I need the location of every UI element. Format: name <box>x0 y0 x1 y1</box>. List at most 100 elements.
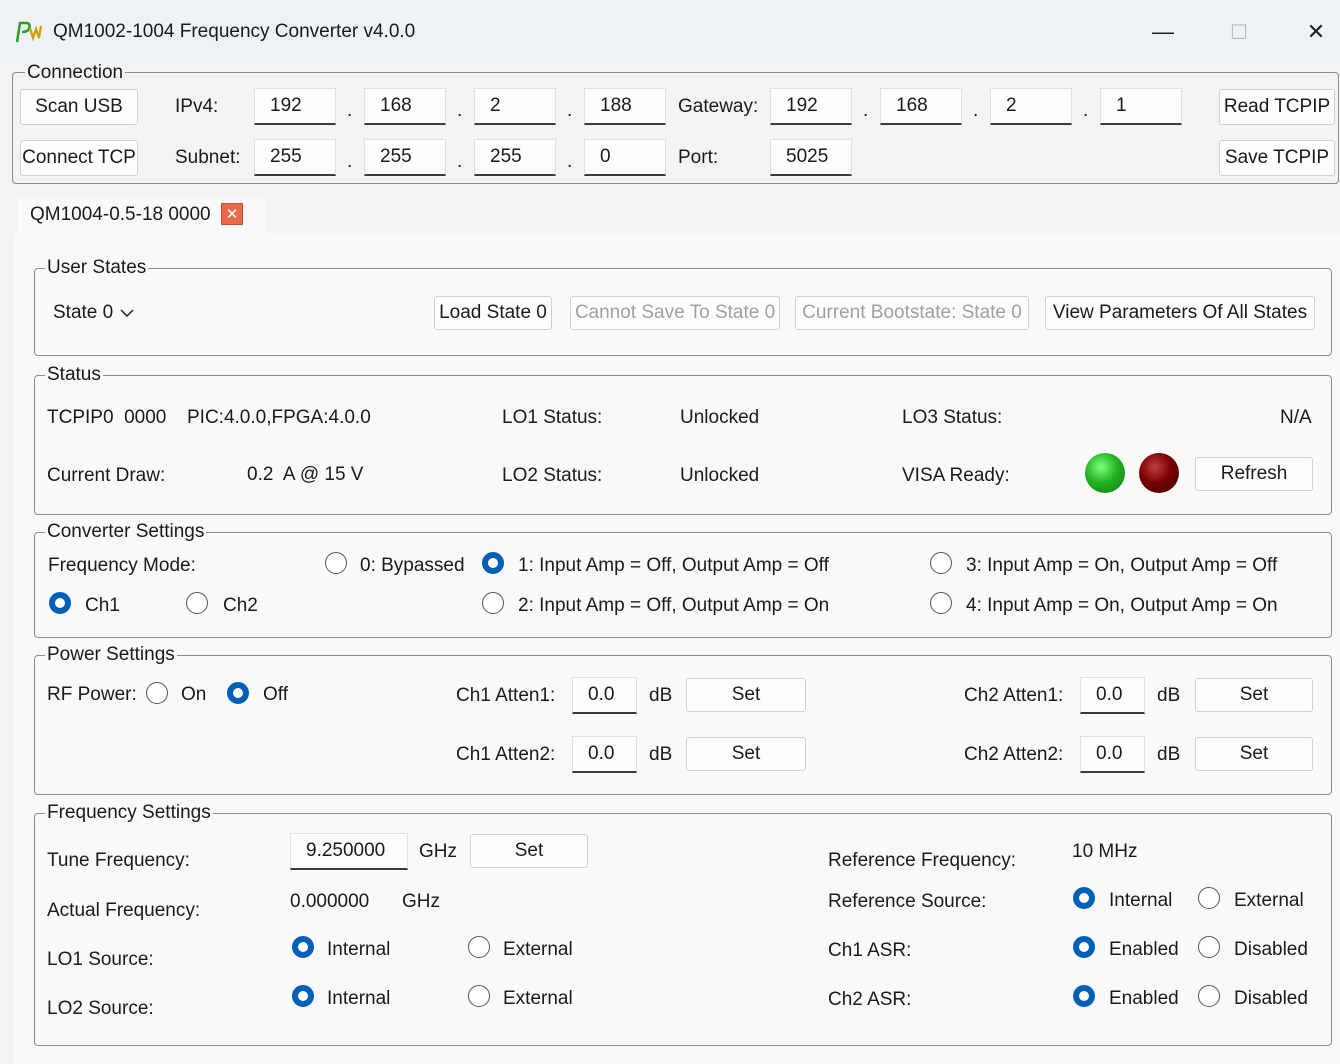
ch2-atten2-set-button[interactable]: Set <box>1195 737 1313 771</box>
lo1-internal-radio[interactable] <box>292 936 314 958</box>
ghz-unit: GHz <box>419 841 457 862</box>
ip-dot: . <box>347 151 353 172</box>
lo2-status-value: Unlocked <box>680 465 760 486</box>
power-settings-legend: Power Settings <box>45 644 177 666</box>
ch1-atten2-set-button[interactable]: Set <box>686 737 806 771</box>
ch1-asr-enabled-radio[interactable] <box>1073 936 1095 958</box>
ch2-atten1-field[interactable]: 0.0 <box>1080 677 1145 714</box>
db-unit: dB <box>649 685 673 706</box>
ref-external-radio[interactable] <box>1198 887 1220 909</box>
port-label: Port: <box>678 147 719 168</box>
ch2-label: Ch2 <box>223 595 258 616</box>
mode1-label: 1: Input Amp = Off, Output Amp = Off <box>518 555 829 576</box>
reference-frequency-label: Reference Frequency: <box>828 850 1016 871</box>
actual-frequency-value: 0.000000 <box>290 891 370 912</box>
ch2-radio[interactable] <box>186 592 208 614</box>
ch1-asr-disabled-radio[interactable] <box>1198 936 1220 958</box>
status-group <box>34 375 1332 515</box>
mode2-label: 2: Input Amp = Off, Output Amp = On <box>518 595 830 616</box>
minimize-button[interactable]: — <box>1140 14 1186 50</box>
subnet-octet-4[interactable]: 0 <box>584 139 666 176</box>
firmware-version: PIC:4.0.0,FPGA:4.0.0 <box>187 407 371 428</box>
ch2-asr-disabled-radio[interactable] <box>1198 985 1220 1007</box>
lo1-external-radio[interactable] <box>468 936 490 958</box>
ip-dot: . <box>347 100 353 121</box>
ch2-atten2-field[interactable]: 0.0 <box>1080 736 1145 773</box>
user-states-legend: User States <box>45 257 149 279</box>
tab-close-icon[interactable]: ✕ <box>221 203 243 225</box>
ch1-atten1-set-button[interactable]: Set <box>686 678 806 712</box>
gateway-octet-2[interactable]: 168 <box>880 88 962 125</box>
ipv4-octet-4[interactable]: 188 <box>584 88 666 125</box>
lo2-source-label: LO2 Source: <box>47 998 154 1019</box>
tune-frequency-set-button[interactable]: Set <box>470 834 588 868</box>
ch2-asr-enabled-radio[interactable] <box>1073 985 1095 1007</box>
rf-power-off-radio[interactable] <box>227 682 249 704</box>
ch1-asr-enabled-label: Enabled <box>1109 939 1179 960</box>
port-field[interactable]: 5025 <box>770 139 852 176</box>
subnet-octet-3[interactable]: 255 <box>474 139 556 176</box>
ch2-atten1-set-button[interactable]: Set <box>1195 678 1313 712</box>
ip-dot: . <box>457 100 463 121</box>
mode4-radio[interactable] <box>930 592 952 614</box>
ipv4-octet-1[interactable]: 192 <box>254 88 336 125</box>
ipv4-octet-3[interactable]: 2 <box>474 88 556 125</box>
scan-usb-button[interactable]: Scan USB <box>20 89 138 125</box>
converter-settings-group <box>34 532 1332 638</box>
rf-power-on-radio[interactable] <box>146 682 168 704</box>
current-draw-value: 0.2 A @ 15 V <box>247 464 364 485</box>
actual-frequency-label: Actual Frequency: <box>47 900 201 921</box>
mode2-radio[interactable] <box>482 592 504 614</box>
ip-dot: . <box>1083 100 1089 121</box>
current-bootstate-button[interactable]: Current Bootstate: State 0 <box>795 296 1029 330</box>
subnet-octet-1[interactable]: 255 <box>254 139 336 176</box>
maximize-button[interactable]: ☐ <box>1216 14 1262 50</box>
gateway-octet-3[interactable]: 2 <box>990 88 1072 125</box>
ipv4-octet-2[interactable]: 168 <box>364 88 446 125</box>
ch1-label: Ch1 <box>85 595 120 616</box>
current-draw-label: Current Draw: <box>47 465 166 486</box>
tab-device[interactable]: QM1004-0.5-18 0000 ✕ <box>17 199 266 234</box>
save-tcpip-button[interactable]: Save TCPIP <box>1219 140 1335 176</box>
mode1-radio[interactable] <box>482 552 504 574</box>
mode0-radio[interactable] <box>325 552 347 574</box>
mode3-label: 3: Input Amp = On, Output Amp = Off <box>966 555 1278 576</box>
read-tcpip-button[interactable]: Read TCPIP <box>1219 89 1335 125</box>
lo2-external-radio[interactable] <box>468 985 490 1007</box>
state-select[interactable]: State 0 <box>46 297 146 329</box>
ch2-atten2-label: Ch2 Atten2: <box>964 744 1064 765</box>
gateway-octet-4[interactable]: 1 <box>1100 88 1182 125</box>
reference-source-label: Reference Source: <box>828 891 987 912</box>
connect-tcp-button[interactable]: Connect TCP <box>20 140 138 176</box>
converter-settings-legend: Converter Settings <box>45 521 207 543</box>
ch1-atten1-field[interactable]: 0.0 <box>572 677 637 714</box>
ip-dot: . <box>567 151 573 172</box>
cannot-save-button[interactable]: Cannot Save To State 0 <box>570 296 780 330</box>
title-bar: QM1002-1004 Frequency Converter v4.0.0 —… <box>0 0 1340 62</box>
lo2-status-label: LO2 Status: <box>502 465 603 486</box>
ch1-atten2-field[interactable]: 0.0 <box>572 736 637 773</box>
load-state-button[interactable]: Load State 0 <box>434 296 552 330</box>
subnet-octet-2[interactable]: 255 <box>364 139 446 176</box>
mode3-radio[interactable] <box>930 552 952 574</box>
tune-frequency-field[interactable]: 9.250000 <box>290 833 408 870</box>
refresh-button[interactable]: Refresh <box>1195 457 1313 491</box>
ref-internal-label: Internal <box>1109 890 1173 911</box>
frequency-settings-legend: Frequency Settings <box>45 802 213 824</box>
frequency-mode-label: Frequency Mode: <box>48 555 196 576</box>
reference-frequency-value: 10 MHz <box>1072 841 1138 862</box>
ref-internal-radio[interactable] <box>1073 887 1095 909</box>
ch1-radio[interactable] <box>49 592 71 614</box>
view-parameters-button[interactable]: View Parameters Of All States <box>1045 296 1315 330</box>
ip-dot: . <box>973 100 979 121</box>
close-button[interactable]: ✕ <box>1293 14 1339 50</box>
visa-ready-label: VISA Ready: <box>902 465 1010 486</box>
lo1-external-label: External <box>503 939 573 960</box>
tab-label: QM1004-0.5-18 0000 <box>30 204 211 225</box>
lo1-source-label: LO1 Source: <box>47 949 154 970</box>
lo2-internal-radio[interactable] <box>292 985 314 1007</box>
gateway-octet-1[interactable]: 192 <box>770 88 852 125</box>
tune-frequency-label: Tune Frequency: <box>47 850 190 871</box>
state-select-value: State 0 <box>53 302 114 323</box>
db-unit: dB <box>649 744 673 765</box>
